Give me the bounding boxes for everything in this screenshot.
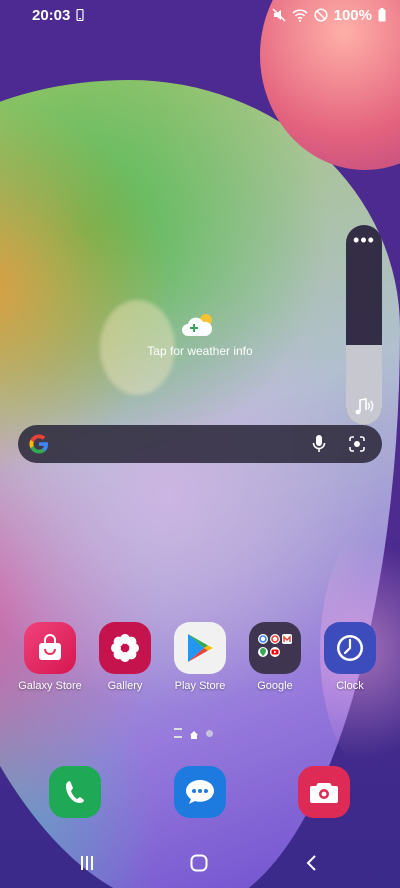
app-label: Clock xyxy=(336,680,364,692)
galaxy-store-icon xyxy=(24,622,76,674)
battery-percent: 100% xyxy=(333,6,372,24)
google-logo xyxy=(28,433,50,455)
weather-widget[interactable]: Tap for weather info xyxy=(120,312,280,358)
page-indicator[interactable] xyxy=(174,728,213,739)
weather-add-icon xyxy=(182,312,218,338)
volume-panel[interactable]: ••• xyxy=(346,225,382,425)
app-clock[interactable]: Clock xyxy=(310,622,390,692)
page-list-icon[interactable] xyxy=(174,728,182,738)
app-label: Galaxy Store xyxy=(18,680,82,692)
battery-icon xyxy=(378,8,386,22)
clock-icon xyxy=(324,622,376,674)
weather-label: Tap for weather info xyxy=(147,344,253,358)
google-search-bar[interactable] xyxy=(18,425,382,463)
status-bar: 20:03 100% xyxy=(0,0,400,30)
phone-icon[interactable] xyxy=(49,766,101,818)
wifi-icon xyxy=(292,8,308,22)
page-dot[interactable] xyxy=(206,729,213,737)
phone-screen-icon xyxy=(76,9,84,21)
recents-icon[interactable] xyxy=(67,848,107,878)
page-home-icon[interactable] xyxy=(190,731,198,739)
app-grid: Galaxy Store Gallery Play Store Google C… xyxy=(0,622,400,702)
music-note-icon[interactable] xyxy=(353,397,375,417)
app-gallery[interactable]: Gallery xyxy=(85,622,165,692)
more-options-icon[interactable]: ••• xyxy=(346,231,382,249)
back-icon[interactable] xyxy=(291,848,331,878)
app-label: Gallery xyxy=(107,680,143,692)
dock xyxy=(0,766,400,820)
camera-icon[interactable] xyxy=(298,766,350,818)
app-label: Google xyxy=(257,680,293,692)
app-label: Play Store xyxy=(174,680,226,692)
app-galaxy-store[interactable]: Galaxy Store xyxy=(10,622,90,692)
google-folder-icon xyxy=(249,622,301,674)
do-not-disturb-icon xyxy=(314,8,328,22)
mic-icon[interactable] xyxy=(304,429,334,459)
home-icon[interactable] xyxy=(179,848,219,878)
status-time: 20:03 xyxy=(32,6,71,24)
messages-icon[interactable] xyxy=(174,766,226,818)
lens-icon[interactable] xyxy=(342,429,372,459)
play-store-icon xyxy=(174,622,226,674)
navigation-bar xyxy=(0,838,400,888)
app-google-folder[interactable]: Google xyxy=(235,622,315,692)
gallery-icon xyxy=(99,622,151,674)
mute-icon xyxy=(272,8,286,22)
app-play-store[interactable]: Play Store xyxy=(160,622,240,692)
